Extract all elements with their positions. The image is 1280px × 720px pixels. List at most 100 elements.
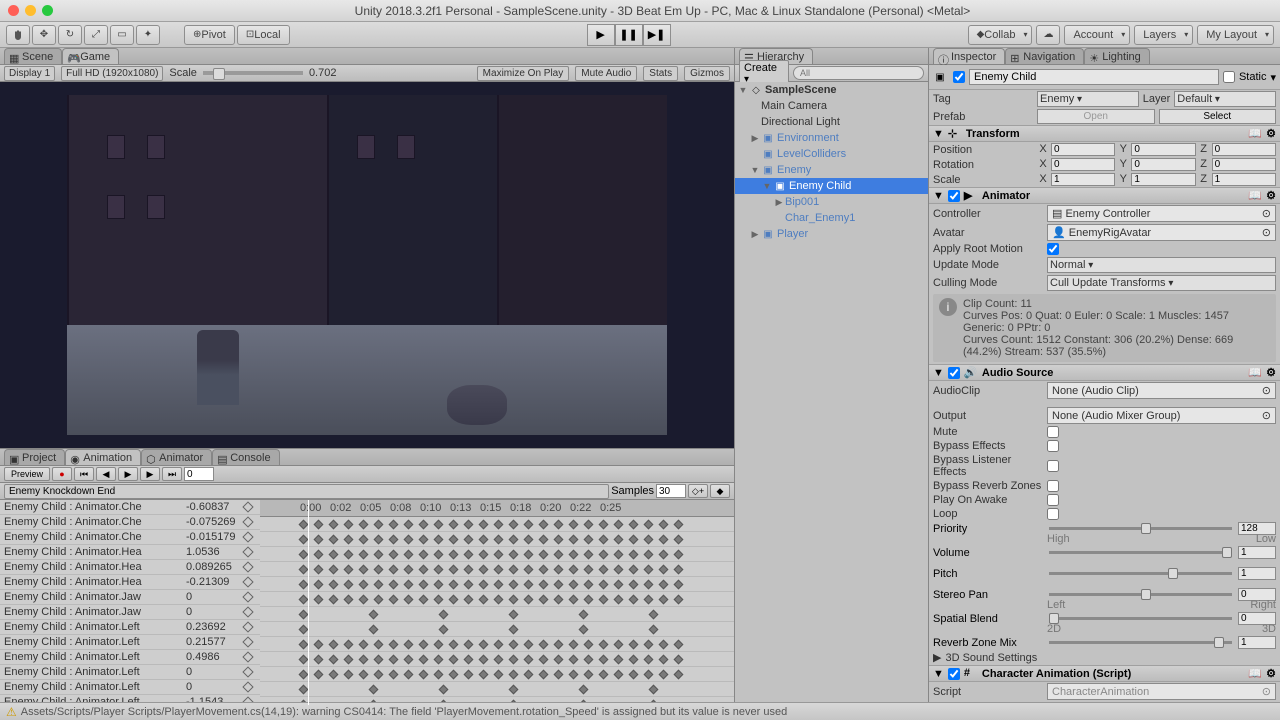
object-name-input[interactable] bbox=[969, 69, 1219, 85]
bypass-reverb-checkbox[interactable] bbox=[1047, 480, 1059, 492]
keyframe-row[interactable] bbox=[260, 577, 734, 592]
scale-z[interactable] bbox=[1212, 173, 1276, 186]
rot-y[interactable] bbox=[1131, 158, 1195, 171]
resolution-select[interactable]: Full HD (1920x1080) bbox=[61, 66, 163, 81]
property-row[interactable]: Enemy Child : Animator.Left0 bbox=[0, 665, 260, 680]
bypass-listener-checkbox[interactable] bbox=[1047, 460, 1059, 472]
transform-tool[interactable]: ✦ bbox=[136, 25, 160, 45]
record-button[interactable]: ● bbox=[52, 467, 72, 481]
collab-dropdown[interactable]: ◆ Collab bbox=[968, 25, 1033, 45]
hand-tool[interactable] bbox=[6, 25, 30, 45]
prefab-open-button[interactable]: Open bbox=[1037, 109, 1155, 124]
stereo-slider[interactable] bbox=[1049, 593, 1232, 596]
tree-item[interactable]: ▶▣Player bbox=[735, 226, 928, 242]
play-awake-checkbox[interactable] bbox=[1047, 494, 1059, 506]
zoom-window[interactable] bbox=[42, 5, 53, 16]
gizmos-toggle[interactable]: Gizmos bbox=[684, 66, 730, 81]
pitch-input[interactable] bbox=[1238, 567, 1276, 580]
transform-header[interactable]: ▼⊹Transform📖⚙ bbox=[929, 125, 1280, 142]
keyframe-row[interactable] bbox=[260, 667, 734, 682]
tree-item[interactable]: ▶Bip001 bbox=[735, 194, 928, 210]
audioclip-field[interactable]: None (Audio Clip)⊙ bbox=[1047, 382, 1276, 399]
property-row[interactable]: Enemy Child : Animator.Che-0.60837 bbox=[0, 500, 260, 515]
layers-dropdown[interactable]: Layers bbox=[1134, 25, 1193, 45]
tab-navigation[interactable]: ⊞Navigation bbox=[1005, 48, 1084, 64]
keyframe-row[interactable] bbox=[260, 532, 734, 547]
property-row[interactable]: Enemy Child : Animator.Hea1.0536 bbox=[0, 545, 260, 560]
move-tool[interactable]: ✥ bbox=[32, 25, 56, 45]
stats-toggle[interactable]: Stats bbox=[643, 66, 678, 81]
reverb-slider[interactable] bbox=[1049, 641, 1232, 644]
root-motion-checkbox[interactable] bbox=[1047, 243, 1059, 255]
docs-icon[interactable]: 📖 bbox=[1248, 127, 1262, 140]
volume-slider[interactable] bbox=[1049, 551, 1232, 554]
docs-icon[interactable]: 📖 bbox=[1248, 366, 1262, 379]
gear-icon[interactable]: ⚙ bbox=[1266, 366, 1276, 379]
property-row[interactable]: Enemy Child : Animator.Jaw0 bbox=[0, 590, 260, 605]
timeline[interactable]: 0:000:020:050:080:100:130:150:180:200:22… bbox=[260, 500, 734, 705]
volume-input[interactable] bbox=[1238, 546, 1276, 559]
charanim-enable[interactable] bbox=[948, 668, 960, 680]
cloud-button[interactable]: ☁ bbox=[1036, 25, 1060, 45]
keyframe-row[interactable] bbox=[260, 652, 734, 667]
tree-item[interactable]: Char_Enemy1 bbox=[735, 210, 928, 226]
tab-game[interactable]: 🎮Game bbox=[62, 48, 119, 64]
keyframe-row[interactable] bbox=[260, 592, 734, 607]
static-checkbox[interactable] bbox=[1223, 71, 1235, 83]
tree-item[interactable]: ▶▣Environment bbox=[735, 130, 928, 146]
play-button[interactable]: ▶ bbox=[587, 24, 615, 46]
reverb-input[interactable] bbox=[1238, 636, 1276, 649]
bypass-fx-checkbox[interactable] bbox=[1047, 440, 1059, 452]
playhead[interactable] bbox=[308, 500, 309, 705]
pivot-toggle[interactable]: ⊕ Pivot bbox=[184, 25, 235, 45]
char-anim-header[interactable]: ▼#Character Animation (Script)📖⚙ bbox=[929, 665, 1280, 682]
output-field[interactable]: None (Audio Mixer Group)⊙ bbox=[1047, 407, 1276, 424]
3d-sound-foldout[interactable]: 3D Sound Settings bbox=[945, 652, 1037, 664]
rot-x[interactable] bbox=[1051, 158, 1115, 171]
docs-icon[interactable]: 📖 bbox=[1248, 667, 1262, 680]
display-select[interactable]: Display 1 bbox=[4, 66, 55, 81]
tab-scene[interactable]: ▦Scene bbox=[4, 48, 62, 64]
tree-item[interactable]: Directional Light bbox=[735, 114, 928, 130]
scene-row[interactable]: ▼◇SampleScene bbox=[735, 82, 928, 98]
property-row[interactable]: Enemy Child : Animator.Hea-0.21309 bbox=[0, 575, 260, 590]
prev-frame-button[interactable]: ◀ bbox=[96, 467, 116, 481]
prefab-select-button[interactable]: Select bbox=[1159, 109, 1277, 124]
update-mode-select[interactable]: Normal ▾ bbox=[1047, 257, 1276, 273]
add-event-button[interactable]: ◆ bbox=[710, 484, 730, 498]
active-checkbox[interactable] bbox=[953, 71, 965, 83]
minimize-window[interactable] bbox=[25, 5, 36, 16]
mute-checkbox[interactable] bbox=[1047, 426, 1059, 438]
keyframe-row[interactable] bbox=[260, 622, 734, 637]
tree-item[interactable]: ▼▣Enemy bbox=[735, 162, 928, 178]
pitch-slider[interactable] bbox=[1049, 572, 1232, 575]
tab-project[interactable]: ▣Project bbox=[4, 449, 65, 465]
scale-y[interactable] bbox=[1131, 173, 1195, 186]
close-window[interactable] bbox=[8, 5, 19, 16]
property-row[interactable]: Enemy Child : Animator.Left0.23692 bbox=[0, 620, 260, 635]
keyframe-row[interactable] bbox=[260, 547, 734, 562]
next-frame-button[interactable]: ▶ bbox=[140, 467, 160, 481]
tab-inspector[interactable]: ⓘInspector bbox=[933, 48, 1005, 64]
tree-item[interactable]: ▣LevelColliders bbox=[735, 146, 928, 162]
gear-icon[interactable]: ⚙ bbox=[1266, 127, 1276, 140]
pause-button[interactable]: ❚❚ bbox=[615, 24, 643, 46]
pos-x[interactable] bbox=[1051, 143, 1115, 156]
clip-select[interactable]: Enemy Knockdown End bbox=[4, 484, 609, 499]
rect-tool[interactable]: ▭ bbox=[110, 25, 134, 45]
keyframe-row[interactable] bbox=[260, 607, 734, 622]
tab-animator[interactable]: ⬡Animator bbox=[141, 449, 212, 465]
pos-z[interactable] bbox=[1212, 143, 1276, 156]
property-row[interactable]: Enemy Child : Animator.Left0.21577 bbox=[0, 635, 260, 650]
scale-x[interactable] bbox=[1051, 173, 1115, 186]
property-row[interactable]: Enemy Child : Animator.Hea0.089265 bbox=[0, 560, 260, 575]
step-button[interactable]: ▶❚ bbox=[643, 24, 671, 46]
tree-item[interactable]: Main Camera bbox=[735, 98, 928, 114]
status-bar[interactable]: ⚠ Assets/Scripts/Player Scripts/PlayerMo… bbox=[0, 702, 1280, 720]
controller-field[interactable]: ▤ Enemy Controller⊙ bbox=[1047, 205, 1276, 222]
local-toggle[interactable]: ⊡ Local bbox=[237, 25, 290, 45]
property-row[interactable]: Enemy Child : Animator.Che-0.015179 bbox=[0, 530, 260, 545]
keyframe-row[interactable] bbox=[260, 682, 734, 697]
mute-toggle[interactable]: Mute Audio bbox=[575, 66, 637, 81]
frame-input[interactable] bbox=[184, 467, 214, 481]
